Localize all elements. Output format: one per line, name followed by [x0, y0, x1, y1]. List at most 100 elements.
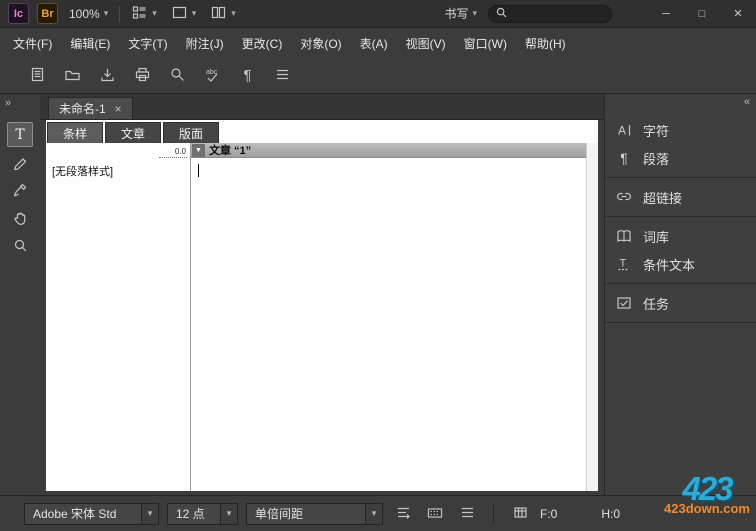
keyboard-button[interactable]	[423, 503, 447, 525]
statusbar-separator	[493, 503, 494, 524]
panel-hyperlinks[interactable]: 超链接	[605, 183, 756, 211]
spellcheck-icon: abc	[204, 66, 221, 86]
chevron-down-icon: ▾	[231, 8, 236, 18]
search-box[interactable]	[488, 4, 612, 23]
tab-layout[interactable]: 版面	[163, 122, 220, 143]
document-tab-title: 未命名-1	[59, 102, 106, 116]
screen-mode-icon	[171, 4, 188, 24]
save-button[interactable]	[90, 62, 125, 90]
menu-type[interactable]: 文字(T)	[119, 28, 176, 58]
keyboard-icon	[426, 504, 444, 524]
arrange-documents-dropdown[interactable]: ▾	[207, 2, 239, 26]
depth-ruler-value: 0.0	[158, 147, 187, 158]
panel-conditional-text-label: 条件文本	[643, 257, 696, 273]
statusbar: Adobe 宋体 Std ▾ 12 点 ▾ 单倍间距 ▾ F:0 H:0	[0, 495, 756, 531]
folder-icon	[64, 66, 81, 86]
expand-tools-button[interactable]: »	[0, 96, 15, 110]
chevron-down-icon: ▾	[472, 8, 477, 18]
zoom-tool[interactable]	[7, 234, 33, 259]
copyfit-info-button[interactable]	[508, 503, 532, 525]
hand-tool[interactable]	[7, 206, 33, 231]
conditional-text-icon: T	[614, 255, 634, 273]
hand-icon	[12, 209, 29, 229]
titlebar: Ic Br 100% ▾ ▾ ▾ ▾ 书写 ▾ ─ □ ✕	[0, 0, 756, 28]
menu-notes[interactable]: 附注(J)	[177, 28, 233, 58]
note-tool[interactable]	[7, 150, 33, 175]
tab-galley[interactable]: 条样	[47, 122, 104, 143]
document-tab[interactable]: 未命名-1 ×	[48, 97, 133, 119]
print-button[interactable]	[125, 62, 160, 90]
expand-panels-button[interactable]: «	[744, 96, 750, 108]
tab-story[interactable]: 文章	[105, 122, 162, 143]
chevron-down-icon: ▾	[141, 503, 158, 524]
text-lines-button[interactable]	[391, 503, 415, 525]
vertical-scrollbar[interactable]	[586, 143, 598, 491]
new-document-button[interactable]	[20, 62, 55, 90]
height-info: H:0	[601, 506, 621, 521]
search-input[interactable]	[512, 7, 604, 20]
text-lines-icon	[395, 504, 412, 524]
line-spacing-select[interactable]: 单倍间距 ▾	[246, 502, 383, 525]
window-controls: ─ □ ✕	[648, 0, 756, 28]
find-button[interactable]	[160, 62, 195, 90]
story-text-area[interactable]: ▼ 文章 “1”	[191, 143, 586, 491]
font-family-select[interactable]: Adobe 宋体 Std ▾	[24, 502, 159, 525]
toolbar: abc ¶	[0, 58, 756, 94]
close-tab-icon[interactable]: ×	[115, 102, 122, 116]
type-tool[interactable]: T	[7, 122, 33, 147]
spellcheck-button[interactable]: abc	[195, 62, 230, 90]
story-title: 文章 “1”	[209, 145, 252, 157]
pilcrow-icon: ¶	[620, 150, 628, 166]
font-size-select[interactable]: 12 点 ▾	[167, 502, 238, 525]
toolbar-menu-button[interactable]	[265, 62, 300, 90]
screen-mode-dropdown[interactable]: ▾	[168, 2, 200, 26]
minimize-button[interactable]: ─	[648, 0, 684, 28]
panel-character[interactable]: A 字符	[605, 116, 756, 144]
workspace-value: 书写	[444, 7, 469, 21]
view-options-dropdown[interactable]: ▾	[128, 2, 160, 26]
incopy-logo: Ic	[8, 3, 29, 24]
chevron-down-icon: ▾	[365, 503, 382, 524]
panel-assignments[interactable]: 任务	[605, 289, 756, 317]
open-button[interactable]	[55, 62, 90, 90]
panel-conditional-text[interactable]: T 条件文本	[605, 250, 756, 278]
book-icon	[614, 227, 634, 245]
close-button[interactable]: ✕	[720, 0, 756, 28]
story-header-bar: ▼ 文章 “1”	[191, 143, 586, 158]
bridge-button[interactable]: Br	[37, 3, 58, 24]
galley-view: 0.0 [无段落样式] ▼ 文章 “1”	[46, 143, 598, 491]
show-hidden-characters-button[interactable]: ¶	[230, 62, 265, 90]
eyedropper-tool[interactable]	[7, 178, 33, 203]
menu-file[interactable]: 文件(F)	[4, 28, 61, 58]
menu-table[interactable]: 表(A)	[351, 28, 397, 58]
view-options-icon	[131, 4, 148, 24]
fit-info: F:0	[540, 506, 558, 521]
menu-changes[interactable]: 更改(C)	[233, 28, 292, 58]
menu-window[interactable]: 窗口(W)	[455, 28, 516, 58]
document-body: 条样 文章 版面 0.0 [无段落样式] ▼ 文章 “1”	[46, 120, 598, 491]
panel-group-reference: 词库 T 条件文本	[605, 217, 756, 283]
panel-group-assignments: 任务	[605, 284, 756, 322]
collapse-story-icon[interactable]: ▼	[192, 143, 205, 157]
menu-view[interactable]: 视图(V)	[397, 28, 455, 58]
zoom-level-dropdown[interactable]: 100% ▾	[66, 5, 111, 23]
font-family-value: Adobe 宋体 Std	[33, 507, 117, 521]
menu-help[interactable]: 帮助(H)	[516, 28, 575, 58]
workspace-dropdown[interactable]: 书写 ▾	[441, 3, 480, 24]
view-tabs: 条样 文章 版面	[46, 120, 598, 143]
note-tool-icon	[12, 153, 29, 173]
incopy-window: Ic Br 100% ▾ ▾ ▾ ▾ 书写 ▾ ─ □ ✕ 文件(F) 编辑(E…	[0, 0, 756, 531]
document-area: 未命名-1 × 条样 文章 版面 0.0 [无段落样式] ▼ 文章 “1”	[40, 94, 604, 495]
panel-dock: « A 字符 ¶ 段落 超链接 词库 T 条件文本 任务	[604, 94, 756, 495]
maximize-button[interactable]: □	[684, 0, 720, 28]
panel-paragraph[interactable]: ¶ 段落	[605, 144, 756, 172]
chevron-down-icon: ▾	[103, 8, 109, 18]
line-spacing-value: 单倍间距	[255, 507, 304, 521]
statusbar-menu-button[interactable]	[455, 503, 479, 525]
menubar: 文件(F) 编辑(E) 文字(T) 附注(J) 更改(C) 对象(O) 表(A)…	[0, 28, 756, 58]
panel-thesaurus[interactable]: 词库	[605, 222, 756, 250]
menu-object[interactable]: 对象(O)	[291, 28, 350, 58]
menu-edit[interactable]: 编辑(E)	[61, 28, 119, 58]
search-icon	[169, 66, 186, 86]
hyperlink-icon	[614, 188, 634, 206]
